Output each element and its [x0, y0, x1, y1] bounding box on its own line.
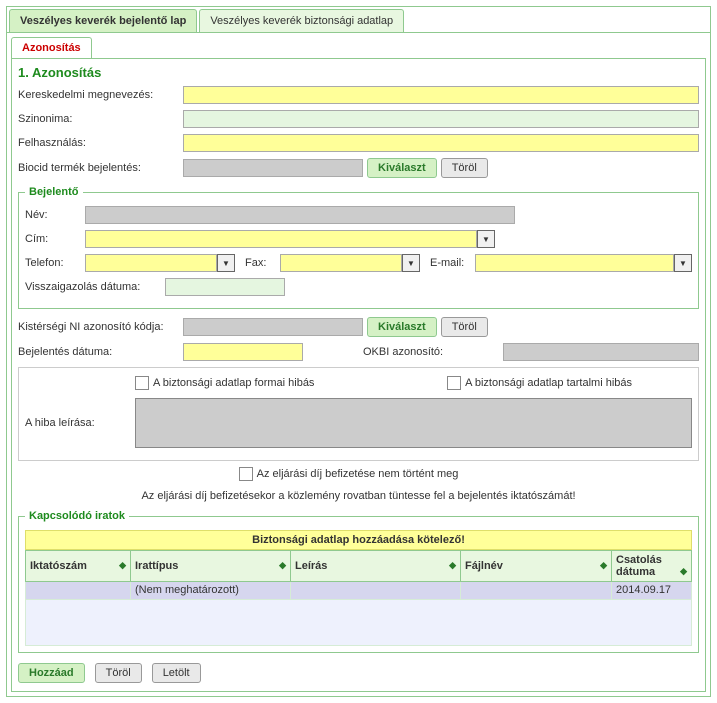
tab-biztonsagi-adatlap[interactable]: Veszélyes keverék biztonsági adatlap	[199, 9, 404, 32]
warning-biztonsagi-adatlap: Biztonsági adatlap hozzáadása kötelező!	[25, 530, 692, 550]
textarea-hiba-leirasa[interactable]	[135, 398, 692, 448]
btn-biocid-torol[interactable]: Töröl	[441, 158, 488, 178]
dropdown-cim[interactable]: ▼	[477, 230, 495, 248]
input-fax[interactable]	[280, 254, 402, 272]
msg-eljarasi-dij: Az eljárási díj befizetésekor a közlemén…	[18, 490, 699, 502]
input-bejelentes-datuma[interactable]	[183, 343, 303, 361]
legend-kapcsolodo: Kapcsolódó iratok	[25, 510, 129, 522]
sort-icon: ◆	[680, 566, 687, 577]
btn-kistersegi-torol[interactable]: Töröl	[441, 317, 488, 337]
dropdown-email[interactable]: ▼	[674, 254, 692, 272]
dropdown-fax[interactable]: ▼	[402, 254, 420, 272]
col-leiras[interactable]: Leírás◆	[291, 551, 461, 582]
label-fax: Fax:	[245, 257, 280, 269]
btn-biocid-kivalaszt[interactable]: Kiválaszt	[367, 158, 437, 178]
label-felhasznalas: Felhasználás:	[18, 137, 183, 149]
table-row[interactable]: (Nem meghatározott) 2014.09.17	[26, 582, 692, 600]
checkbox-formai-hibas[interactable]: A biztonsági adatlap formai hibás	[135, 376, 314, 390]
sub-tabstrip: Azonosítás	[11, 37, 706, 59]
col-irattipus[interactable]: Irattípus◆	[131, 551, 291, 582]
legend-bejelento: Bejelentő	[25, 186, 83, 198]
label-formai: A biztonsági adatlap formai hibás	[153, 377, 314, 389]
label-okbi: OKBI azonosító:	[363, 346, 503, 358]
input-kereskedelmi[interactable]	[183, 86, 699, 104]
label-visszaigazolas: Visszaigazolás dátuma:	[25, 281, 165, 293]
label-kereskedelmi: Kereskedelmi megnevezés:	[18, 89, 183, 101]
group-bejelento: Bejelentő Név: Cím: ▼ Telefon:	[18, 186, 699, 309]
btn-hozzaad[interactable]: Hozzáad	[18, 663, 85, 683]
input-visszaigazolas[interactable]	[165, 278, 285, 296]
input-felhasznalas[interactable]	[183, 134, 699, 152]
cell-iktatoszam	[26, 582, 131, 600]
tab-azonositas[interactable]: Azonosítás	[11, 37, 92, 58]
top-tabstrip: Veszélyes keverék bejelentő lap Veszélye…	[6, 6, 711, 32]
input-biocid	[183, 159, 363, 177]
input-kistersegi	[183, 318, 363, 336]
input-cim[interactable]	[85, 230, 477, 248]
sort-icon: ◆	[600, 560, 607, 571]
label-telefon: Telefon:	[25, 257, 85, 269]
label-kistersegi: Kistérségi NI azonosító kódja:	[18, 321, 183, 333]
group-kapcsolodo-iratok: Kapcsolódó iratok Biztonsági adatlap hoz…	[18, 510, 699, 653]
input-szinonima[interactable]	[183, 110, 699, 128]
cell-fajlnev	[461, 582, 612, 600]
grid-kapcsolodo-iratok: Iktatószám◆ Irattípus◆ Leírás◆ Fájlnév◆ …	[25, 550, 692, 646]
input-telefon[interactable]	[85, 254, 217, 272]
sort-icon: ◆	[119, 560, 126, 571]
input-email[interactable]	[475, 254, 674, 272]
label-biocid: Biocid termék bejelentés:	[18, 162, 183, 174]
label-szinonima: Szinonima:	[18, 113, 183, 125]
label-bejelentes-datuma: Bejelentés dátuma:	[18, 346, 183, 358]
label-cim: Cím:	[25, 233, 85, 245]
btn-kistersegi-kivalaszt[interactable]: Kiválaszt	[367, 317, 437, 337]
label-email: E-mail:	[430, 257, 475, 269]
label-hiba-leirasa: A hiba leírása:	[25, 417, 135, 429]
label-eljarasi-dij: Az eljárási díj befizetése nem történt m…	[257, 468, 459, 480]
label-nev: Név:	[25, 209, 85, 221]
section-title: 1. Azonosítás	[18, 65, 699, 80]
grid-empty-area	[26, 600, 692, 646]
checkbox-eljarasi-dij[interactable]: Az eljárási díj befizetése nem történt m…	[239, 467, 459, 481]
checkbox-tartalmi-hibas[interactable]: A biztonsági adatlap tartalmi hibás	[447, 376, 632, 390]
sort-icon: ◆	[279, 560, 286, 571]
col-fajlnev[interactable]: Fájlnév◆	[461, 551, 612, 582]
input-okbi	[503, 343, 699, 361]
label-tartalmi: A biztonsági adatlap tartalmi hibás	[465, 377, 632, 389]
cell-csatolas: 2014.09.17	[612, 582, 692, 600]
dropdown-telefon[interactable]: ▼	[217, 254, 235, 272]
input-nev	[85, 206, 515, 224]
col-csatolas-datuma[interactable]: Csatolás dátuma◆	[612, 551, 692, 582]
cell-leiras	[291, 582, 461, 600]
btn-letolt[interactable]: Letölt	[152, 663, 201, 683]
sort-icon: ◆	[449, 560, 456, 571]
col-iktatoszam[interactable]: Iktatószám◆	[26, 551, 131, 582]
btn-torol[interactable]: Töröl	[95, 663, 142, 683]
tab-bejelento-lap[interactable]: Veszélyes keverék bejelentő lap	[9, 9, 197, 32]
cell-irattipus: (Nem meghatározott)	[131, 582, 291, 600]
